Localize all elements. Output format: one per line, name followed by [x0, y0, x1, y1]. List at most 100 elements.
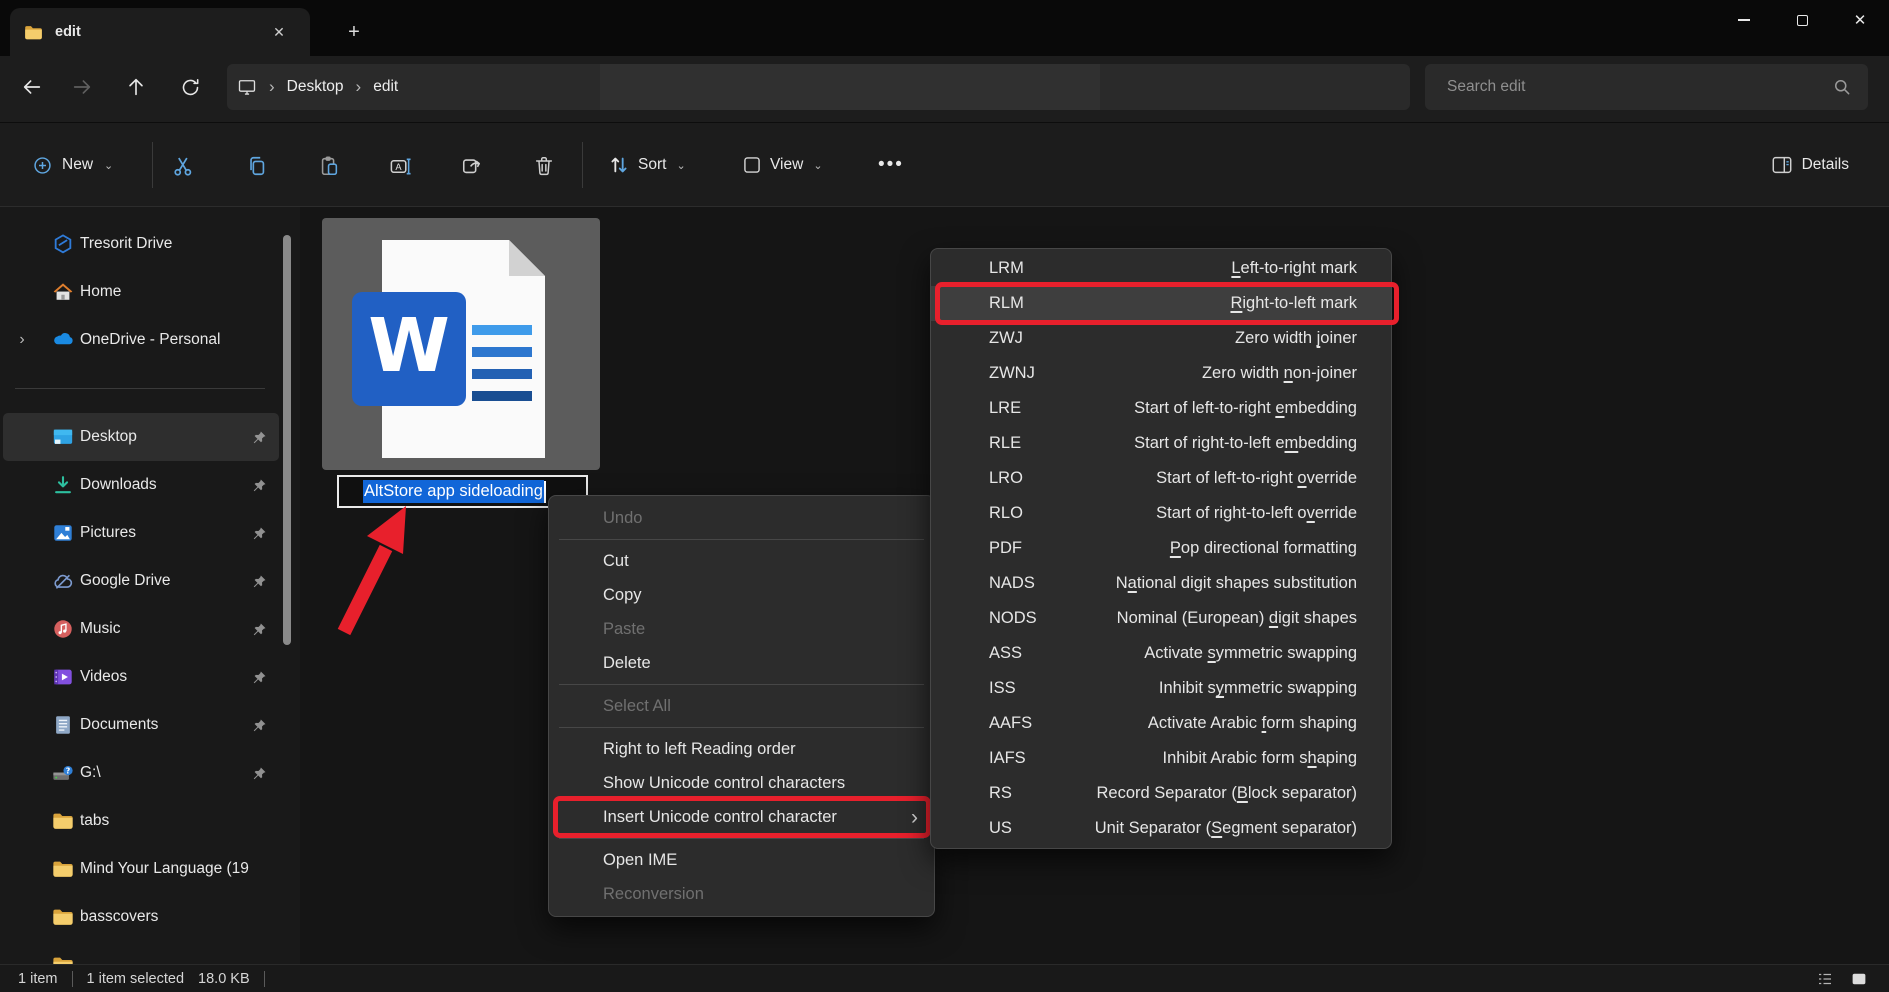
new-tab-button[interactable]: + — [338, 16, 370, 48]
up-button[interactable] — [116, 67, 156, 107]
breadcrumb-segment-edit[interactable]: edit — [373, 78, 398, 96]
submenu-item-rs[interactable]: RSRecord Separator (Block separator) — [931, 776, 1391, 811]
submenu-item-code: ISS — [989, 679, 1016, 698]
new-button[interactable]: New ⌄ — [18, 143, 127, 187]
sidebar-item-label: Mind Your Language (197 — [80, 860, 249, 878]
share-button[interactable] — [451, 145, 493, 187]
sidebar-item-home[interactable]: Home — [3, 268, 279, 316]
submenu-item-nads[interactable]: NADSNational digit shapes substitution — [931, 566, 1391, 601]
large-icons-view-icon — [1850, 970, 1868, 988]
submenu-item-code: PDF — [989, 539, 1022, 558]
submenu-item-ass[interactable]: ASSActivate symmetric swapping — [931, 636, 1391, 671]
doc-text-line — [472, 347, 532, 357]
search-box[interactable] — [1425, 64, 1868, 110]
menu-item-open-ime[interactable]: Open IME — [549, 843, 934, 877]
menu-item-copy[interactable]: Copy — [549, 578, 934, 612]
submenu-item-zwj[interactable]: ZWJZero width joiner — [931, 321, 1391, 356]
submenu-item-rlo[interactable]: RLOStart of right-to-left override — [931, 496, 1391, 531]
sidebar-item-downloads[interactable]: Downloads — [3, 461, 279, 509]
menu-item-delete[interactable]: Delete — [549, 646, 934, 680]
submenu-item-code: AAFS — [989, 714, 1032, 733]
submenu-item-description: Inhibit Arabic form shaping — [1163, 749, 1357, 768]
plus-circle-icon — [32, 155, 53, 176]
menu-item-cut[interactable]: Cut — [549, 544, 934, 578]
submenu-item-lro[interactable]: LROStart of left-to-right override — [931, 461, 1391, 496]
copy-button[interactable] — [236, 145, 278, 187]
back-arrow-icon — [21, 76, 43, 98]
pin-icon — [252, 478, 267, 493]
close-button[interactable]: ✕ — [1831, 0, 1889, 40]
maximize-button[interactable] — [1773, 0, 1831, 40]
chevron-down-icon: ⌄ — [104, 159, 113, 172]
navigation-pane: Tresorit DriveHome›OneDrive - Personal De… — [0, 207, 300, 964]
menu-item-select-all: Select All — [549, 689, 934, 723]
search-input[interactable] — [1425, 78, 1832, 96]
sidebar-item-mind-your-language-197[interactable]: Mind Your Language (197 — [3, 845, 279, 893]
submenu-item-rle[interactable]: RLEStart of right-to-left embedding — [931, 426, 1391, 461]
details-button[interactable]: Details — [1759, 143, 1861, 187]
forward-button[interactable] — [62, 67, 102, 107]
submenu-item-pdf[interactable]: PDFPop directional formatting — [931, 531, 1391, 566]
sidebar-item-videos[interactable]: Videos — [3, 653, 279, 701]
sidebar-item-basscovers[interactable]: basscovers — [3, 893, 279, 941]
back-button[interactable] — [12, 67, 52, 107]
cut-button[interactable] — [162, 145, 204, 187]
refresh-button[interactable] — [170, 67, 210, 107]
minimize-button[interactable] — [1715, 0, 1773, 40]
pin-icon — [252, 622, 267, 637]
menu-item-label: Select All — [603, 697, 671, 716]
sidebar-item-tresorit-drive[interactable]: Tresorit Drive — [3, 220, 279, 268]
paste-button[interactable] — [308, 145, 350, 187]
submenu-item-iafs[interactable]: IAFSInhibit Arabic form shaping — [931, 741, 1391, 776]
status-divider — [264, 971, 265, 987]
sidebar-item-documents[interactable]: Documents — [3, 701, 279, 749]
downloads-icon — [52, 474, 74, 496]
submenu-item-us[interactable]: USUnit Separator (Segment separator) — [931, 811, 1391, 846]
clipboard-icon — [318, 155, 340, 177]
submenu-item-lre[interactable]: LREStart of left-to-right embedding — [931, 391, 1391, 426]
submenu-item-aafs[interactable]: AAFSActivate Arabic form shaping — [931, 706, 1391, 741]
sidebar-item-google-drive[interactable]: Google Drive — [3, 557, 279, 605]
view-button[interactable]: View ⌄ — [732, 143, 833, 187]
tab-edit[interactable]: edit ✕ — [10, 8, 310, 56]
breadcrumb[interactable]: › Desktop › edit — [227, 64, 1410, 110]
submenu-item-zwnj[interactable]: ZWNJZero width non-joiner — [931, 356, 1391, 391]
more-options-button[interactable]: ••• — [868, 143, 914, 187]
thumbnail-view-toggle[interactable] — [1847, 968, 1871, 990]
pin-icon — [252, 526, 267, 541]
details-view-toggle[interactable] — [1813, 968, 1837, 990]
submenu-item-description: Start of right-to-left override — [1156, 504, 1357, 523]
submenu-item-rlm[interactable]: RLMRight-to-left mark — [931, 286, 1391, 321]
submenu-item-nods[interactable]: NODSNominal (European) digit shapes — [931, 601, 1391, 636]
chevron-right-icon[interactable]: › — [15, 331, 29, 349]
sidebar-item-music[interactable]: Music — [3, 605, 279, 653]
delete-button[interactable] — [523, 145, 565, 187]
submenu-arrow-icon: › — [911, 807, 918, 828]
sidebar-item-g[interactable]: ?G:\ — [3, 749, 279, 797]
menu-item-reconversion: Reconversion — [549, 877, 934, 911]
sidebar-item-onedrive-personal[interactable]: ›OneDrive - Personal — [3, 316, 279, 364]
submenu-item-lrm[interactable]: LRMLeft-to-right mark — [931, 251, 1391, 286]
menu-item-paste: Paste — [549, 612, 934, 646]
sidebar-item-label: G:\ — [80, 764, 249, 782]
menu-item-show-unicode-control-characters[interactable]: Show Unicode control characters — [549, 766, 934, 800]
documents-icon — [52, 714, 74, 736]
sort-button[interactable]: Sort ⌄ — [598, 143, 696, 187]
tab-close-icon[interactable]: ✕ — [266, 19, 292, 45]
details-pane-icon — [1771, 154, 1793, 176]
submenu-item-iss[interactable]: ISSInhibit symmetric swapping — [931, 671, 1391, 706]
folder-icon — [52, 906, 74, 928]
sidebar-item-tabs[interactable]: tabs — [3, 797, 279, 845]
sidebar-item-pictures[interactable]: Pictures — [3, 509, 279, 557]
details-label: Details — [1802, 156, 1849, 174]
sidebar-item-label: basscovers — [80, 908, 249, 926]
sidebar-item-desktop[interactable]: Desktop — [3, 413, 279, 461]
rename-button[interactable]: A — [379, 145, 421, 187]
breadcrumb-segment-desktop[interactable]: Desktop — [287, 78, 344, 96]
menu-item-insert-unicode-control-character[interactable]: Insert Unicode control character› — [549, 800, 934, 834]
submenu-item-description: Start of right-to-left embedding — [1134, 434, 1357, 453]
sidebar-scrollbar[interactable] — [283, 235, 291, 645]
submenu-item-code: LRE — [989, 399, 1021, 418]
sidebar-item-label: Videos — [80, 668, 249, 686]
menu-item-right-to-left-reading-order[interactable]: Right to left Reading order — [549, 732, 934, 766]
